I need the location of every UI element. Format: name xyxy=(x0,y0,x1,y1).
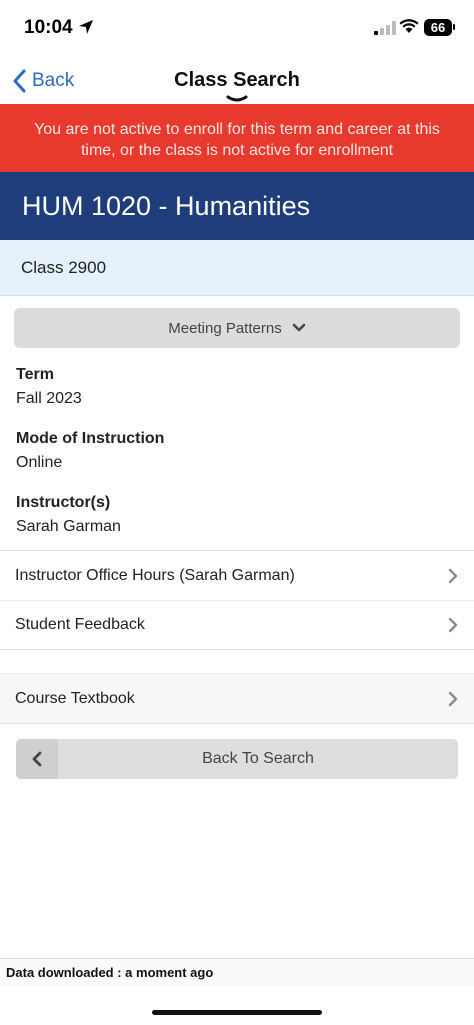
status-bar: 10:04 66 xyxy=(0,0,474,56)
divider xyxy=(0,723,474,724)
chevron-right-icon xyxy=(448,568,458,584)
battery-level: 66 xyxy=(430,20,446,35)
mode-of-instruction-label: Mode of Instruction xyxy=(16,430,165,447)
divider xyxy=(0,649,474,650)
instructor-office-hours-link[interactable]: Instructor Office Hours (Sarah Garman) xyxy=(0,551,474,600)
chevron-down-icon xyxy=(226,95,248,102)
home-indicator[interactable] xyxy=(152,1010,322,1015)
cellular-signal-icon xyxy=(374,21,396,35)
meeting-patterns-label: Meeting Patterns xyxy=(168,319,282,337)
mode-of-instruction-value: Online xyxy=(16,454,63,471)
class-number: Class 2900 xyxy=(0,240,474,296)
term-value: Fall 2023 xyxy=(16,390,82,407)
student-feedback-link[interactable]: Student Feedback xyxy=(0,600,474,649)
status-time: 10:04 xyxy=(24,17,73,38)
battery-cap xyxy=(453,24,455,30)
back-to-search-button[interactable]: Back To Search xyxy=(16,739,458,779)
nav-bar: Back Class Search xyxy=(0,56,474,104)
course-textbook-label: Course Textbook xyxy=(15,690,135,707)
back-to-search-label: Back To Search xyxy=(202,750,314,767)
chevron-right-icon xyxy=(448,617,458,633)
chevron-down-icon xyxy=(292,323,306,332)
student-feedback-label: Student Feedback xyxy=(15,616,145,633)
instructor-office-hours-label: Instructor Office Hours (Sarah Garman) xyxy=(15,567,295,584)
instructors-value: Sarah Garman xyxy=(16,518,121,535)
enrollment-alert: You are not active to enroll for this te… xyxy=(0,104,474,172)
data-downloaded-status: Data downloaded : a moment ago xyxy=(0,958,474,986)
wifi-icon xyxy=(399,19,419,33)
alert-message: You are not active to enroll for this te… xyxy=(34,121,440,159)
page-title: Class Search xyxy=(174,69,300,91)
location-arrow-icon xyxy=(79,20,93,34)
meeting-patterns-button[interactable]: Meeting Patterns xyxy=(14,308,460,348)
course-textbook-link[interactable]: Course Textbook xyxy=(0,674,474,723)
chevron-right-icon xyxy=(448,691,458,707)
back-to-search-chevron xyxy=(16,739,58,779)
chevron-left-icon xyxy=(32,751,42,767)
battery-indicator: 66 xyxy=(424,19,452,36)
instructors-label: Instructor(s) xyxy=(16,494,111,511)
course-title: HUM 1020 - Humanities xyxy=(0,172,474,240)
term-label: Term xyxy=(16,366,54,383)
